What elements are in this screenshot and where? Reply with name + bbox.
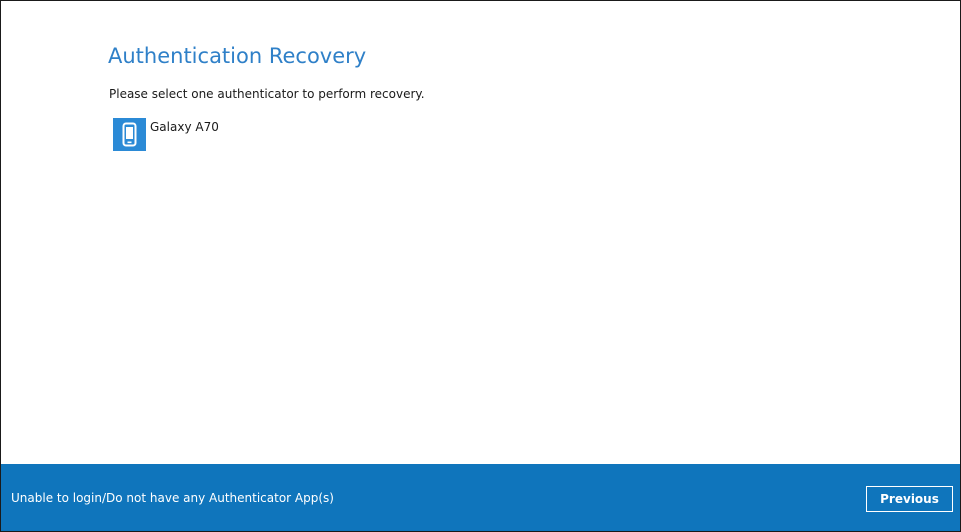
- main-content: Authentication Recovery Please select on…: [1, 1, 960, 464]
- previous-button[interactable]: Previous: [866, 486, 953, 512]
- footer-bar: Unable to login/Do not have any Authenti…: [1, 464, 960, 531]
- authenticator-name: Galaxy A70: [150, 120, 219, 134]
- authentication-recovery-window: Authentication Recovery Please select on…: [0, 0, 961, 532]
- authenticator-item-galaxy-a70[interactable]: Galaxy A70: [113, 118, 219, 152]
- unable-to-login-link[interactable]: Unable to login/Do not have any Authenti…: [11, 489, 334, 507]
- smartphone-icon: [113, 118, 146, 151]
- instruction-text: Please select one authenticator to perfo…: [109, 87, 425, 101]
- page-title: Authentication Recovery: [108, 44, 367, 68]
